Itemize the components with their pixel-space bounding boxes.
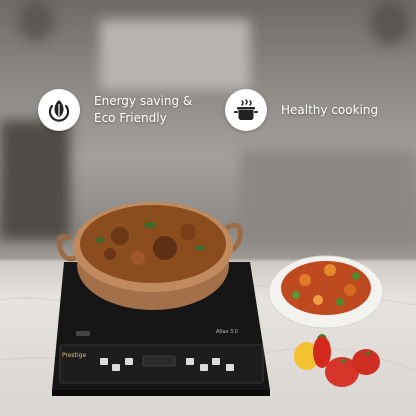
- product-scene: Energy saving & Eco Friendly Healthy coo…: [0, 0, 416, 416]
- fresh-vegetables: [294, 334, 380, 387]
